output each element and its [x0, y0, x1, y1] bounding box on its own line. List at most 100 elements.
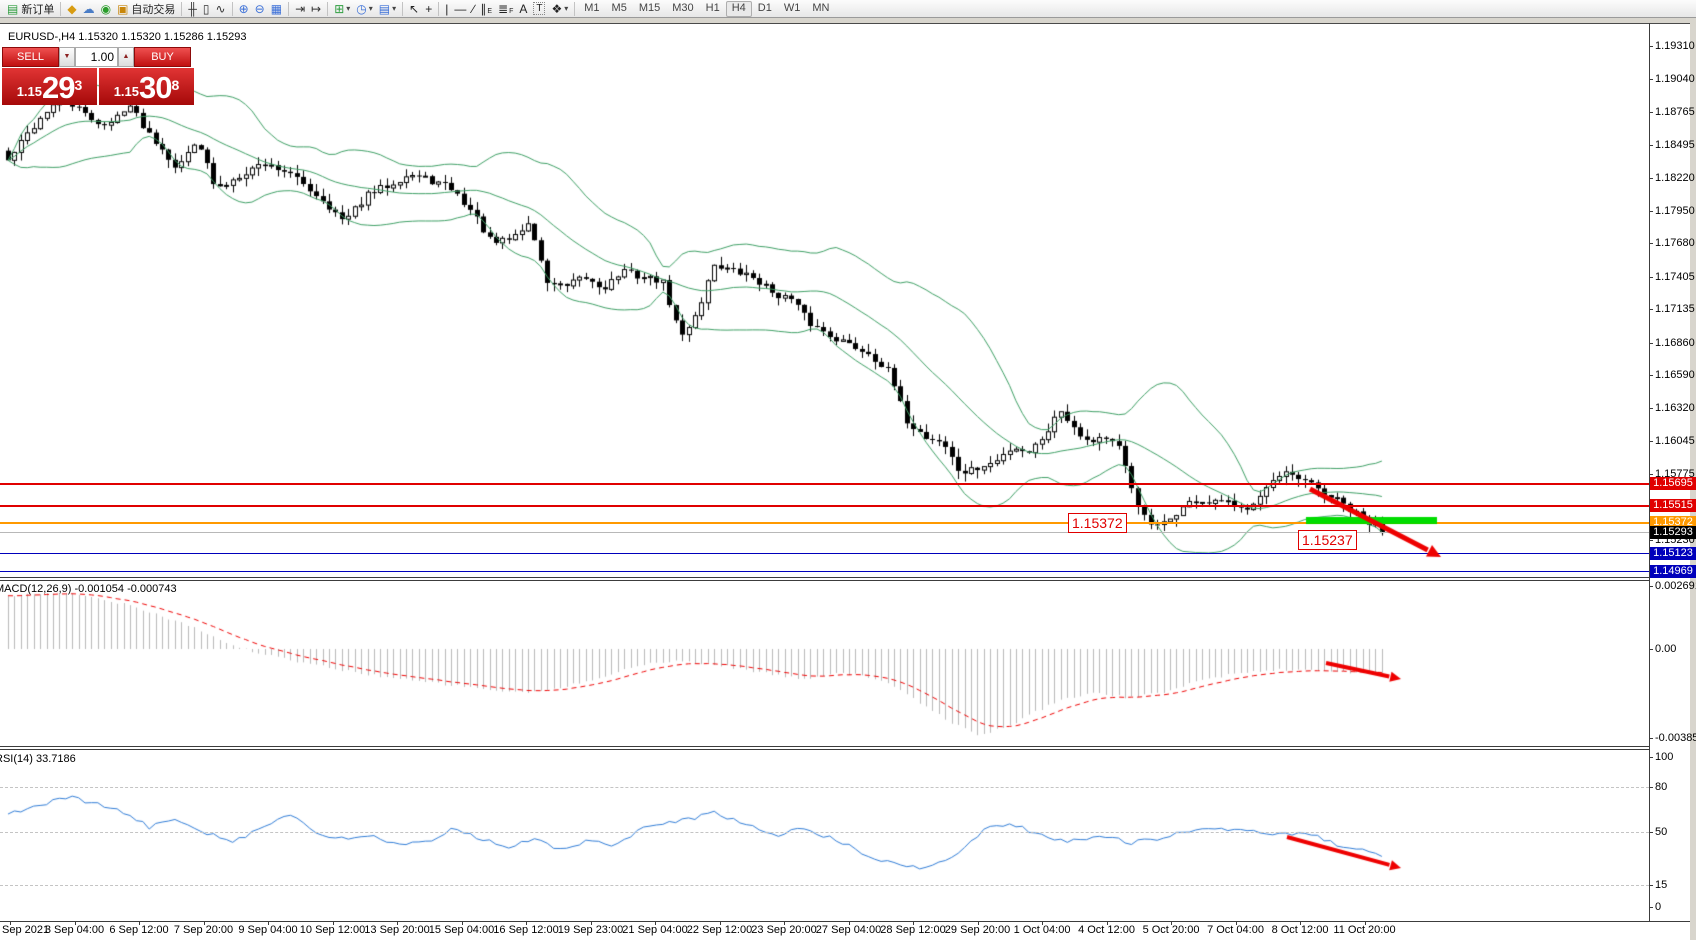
highlighter-icon[interactable]: ◆ [64, 1, 79, 17]
rsi-tick-mark [1649, 757, 1653, 758]
cursor-icon[interactable]: ↖ [406, 1, 422, 17]
price-callout-15237[interactable]: 1.15237 [1298, 530, 1357, 550]
rsi-axis-label: 15 [1655, 879, 1667, 891]
timeframe-h4[interactable]: H4 [726, 1, 752, 17]
support-line-1[interactable] [0, 553, 1649, 554]
zoom-in-icon: ⊕ [239, 2, 249, 16]
time-axis-tick [268, 921, 269, 925]
price-tick-mark [1649, 112, 1653, 113]
time-axis-tick [1042, 921, 1043, 925]
crosshair-icon[interactable]: + [422, 1, 435, 17]
timeframe-m15[interactable]: M15 [633, 1, 666, 17]
timeframe-m1[interactable]: M1 [578, 1, 605, 17]
price-tick-label: 1.18495 [1655, 139, 1695, 151]
sell-button[interactable]: SELL [2, 47, 59, 67]
buy-price-big: 30 [139, 73, 171, 103]
horizontal-line-icon[interactable]: — [451, 1, 469, 17]
chart-shift-icon[interactable]: ↦ [308, 1, 324, 17]
current-price-line-badge: 1.15293 [1650, 526, 1696, 539]
text-icon[interactable]: A [516, 1, 530, 17]
time-axis-label: 22 Sep 12:00 [687, 924, 752, 936]
line-chart-icon[interactable]: ∿ [213, 1, 229, 17]
support-line-2[interactable] [0, 571, 1649, 572]
autotrade-button[interactable]: ▣自动交易 [114, 1, 178, 17]
price-tick-label: 1.18220 [1655, 172, 1695, 184]
volume-decrease-button[interactable]: ▼ [59, 47, 75, 67]
add-indicator-icon[interactable]: ⊞▾ [331, 1, 353, 17]
new-order-button[interactable]: ▤新订单 [4, 1, 57, 17]
timeframe-w1[interactable]: W1 [778, 1, 807, 17]
time-axis-label: 13 Sep 20:00 [364, 924, 429, 936]
sell-price-big: 29 [42, 73, 74, 103]
tile-windows-icon: ▦ [271, 2, 282, 16]
add-indicator-icon-dropdown[interactable]: ▾ [346, 4, 350, 13]
candlestick-chart-icon[interactable]: ▯ [200, 1, 213, 17]
resistance-line-1[interactable] [0, 483, 1649, 485]
periods-icon-dropdown[interactable]: ▾ [369, 4, 373, 13]
toolbar-separator [402, 2, 403, 16]
toolbar: ▤新订单◆☁◉▣自动交易╫▯∿⊕⊖▦⇥↦⊞▾◷▾▤▾↖+|—∕∥E≣FAT❖▾M… [0, 0, 1696, 18]
chart-shift-icon: ↦ [311, 2, 321, 16]
auto-scroll-icon[interactable]: ⇥ [292, 1, 308, 17]
rsi-pane-separator-top[interactable] [0, 746, 1649, 747]
timeframe-h1[interactable]: H1 [700, 1, 726, 17]
rsi-tick-mark [1649, 832, 1653, 833]
entry-level-line[interactable] [0, 522, 1649, 524]
tile-windows-icon[interactable]: ▦ [268, 1, 285, 17]
text-label-icon[interactable]: T [530, 1, 548, 17]
price-tick-label: 1.17950 [1655, 205, 1695, 217]
vertical-line-icon[interactable]: | [442, 1, 451, 17]
timeframe-m5[interactable]: M5 [606, 1, 633, 17]
trendline-icon[interactable]: ∕ [469, 1, 477, 17]
fibonacci-icon[interactable]: ≣F [495, 1, 516, 17]
price-tick-mark [1649, 145, 1653, 146]
zoom-in-icon[interactable]: ⊕ [236, 1, 252, 17]
toolbar-separator [574, 2, 575, 16]
chart-title: EURUSD-,H4 1.15320 1.15320 1.15286 1.152… [8, 31, 247, 43]
resistance-line-1-badge: 1.15695 [1650, 477, 1696, 490]
arrows-icon[interactable]: ❖▾ [548, 1, 571, 17]
text-label-icon: T [533, 2, 545, 15]
zoom-out-icon[interactable]: ⊖ [252, 1, 268, 17]
time-axis-tick [720, 921, 721, 925]
price-callout-15372[interactable]: 1.15372 [1068, 513, 1127, 533]
timeframe-mn[interactable]: MN [806, 1, 835, 17]
macd-pane-separator-top[interactable] [0, 577, 1649, 578]
sell-price-box[interactable]: 1.15 29 3 [2, 68, 97, 105]
sell-price-pipette: 3 [75, 68, 83, 102]
time-axis-line [0, 921, 1690, 922]
time-axis-tick [526, 921, 527, 925]
macd-label: MACD(12,26,9) -0.001054 -0.000743 [0, 583, 177, 595]
templates-icon[interactable]: ▤▾ [376, 1, 399, 17]
community-icon[interactable]: ☁ [80, 1, 98, 17]
macd-pane-separator-bottom [0, 580, 1649, 581]
price-tick-mark [1649, 79, 1653, 80]
bar-chart-icon: ╫ [188, 2, 197, 16]
buy-button[interactable]: BUY [134, 47, 191, 67]
chart-canvas[interactable] [0, 0, 1696, 940]
time-axis-label: 7 Oct 04:00 [1207, 924, 1264, 936]
timeframe-d1[interactable]: D1 [752, 1, 778, 17]
support-line-2-badge: 1.14969 [1650, 565, 1696, 578]
arrows-icon-dropdown[interactable]: ▾ [564, 4, 568, 13]
time-axis-tick [784, 921, 785, 925]
autotrade-button: ▣ [117, 2, 128, 16]
time-axis-label: 7 Sep 20:00 [174, 924, 233, 936]
time-axis-tick [1171, 921, 1172, 925]
rsi-axis-label: 0 [1655, 901, 1661, 913]
templates-icon-dropdown[interactable]: ▾ [392, 4, 396, 13]
current-price-line[interactable] [0, 532, 1649, 533]
buy-price-box[interactable]: 1.15 30 8 [99, 68, 194, 105]
equidistant-channel-icon[interactable]: ∥E [477, 1, 495, 17]
zoom-out-icon: ⊖ [255, 2, 265, 16]
resistance-line-2[interactable] [0, 505, 1649, 507]
volume-increase-button[interactable]: ▲ [118, 47, 134, 67]
bar-chart-icon[interactable]: ╫ [185, 1, 200, 17]
signals-icon[interactable]: ◉ [98, 1, 114, 17]
price-tick-label: 1.16320 [1655, 402, 1695, 414]
volume-input[interactable] [75, 47, 118, 67]
periods-icon[interactable]: ◷▾ [353, 1, 376, 17]
timeframe-m30[interactable]: M30 [666, 1, 699, 17]
templates-icon: ▤ [379, 2, 390, 16]
time-axis-tick [1107, 921, 1108, 925]
